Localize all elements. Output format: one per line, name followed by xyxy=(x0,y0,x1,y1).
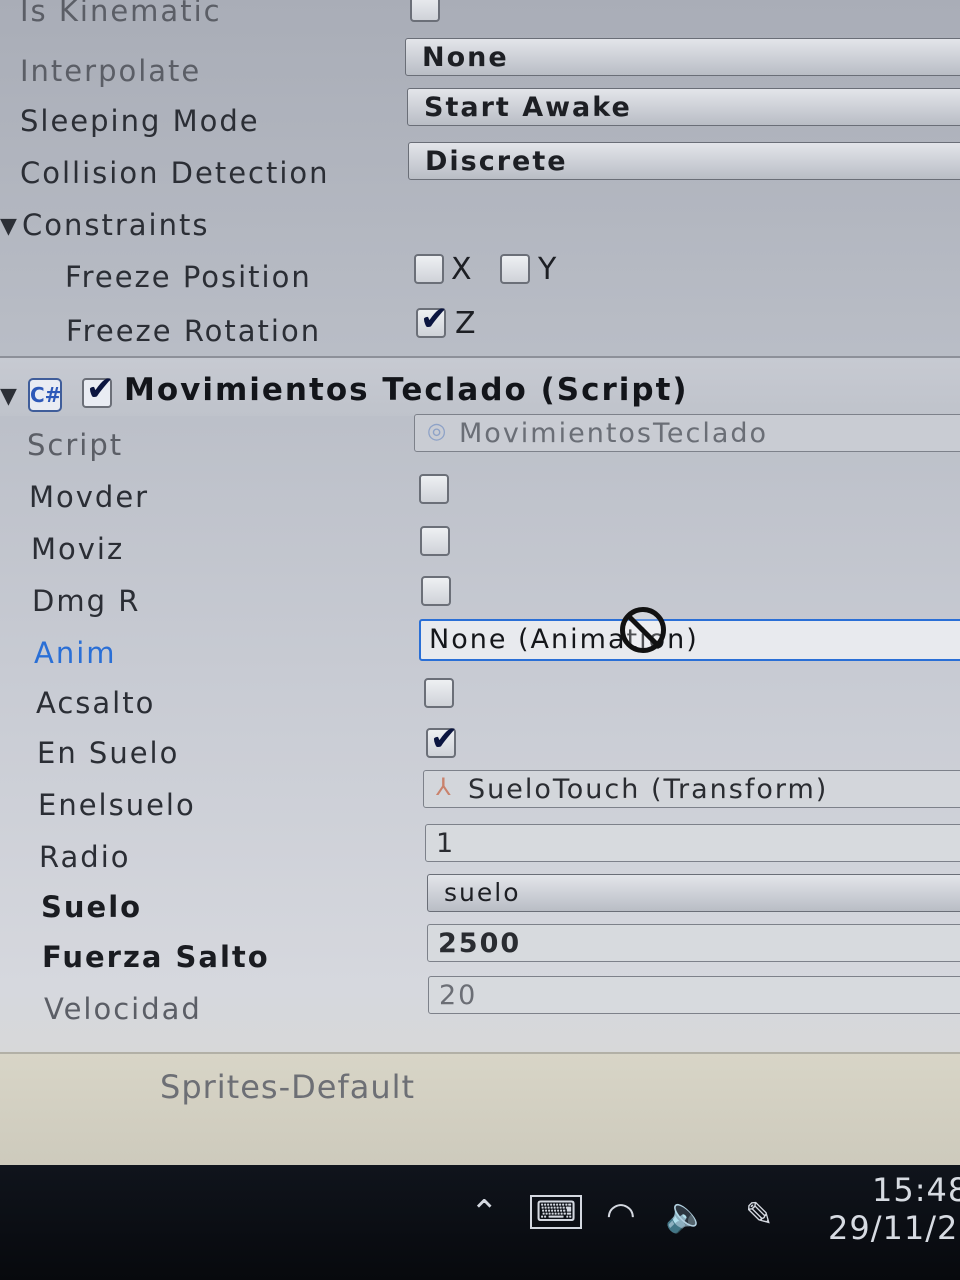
suelo-label: Suelo xyxy=(41,890,143,924)
is-kinematic-row: Is Kinematic xyxy=(0,0,960,42)
csharp-script-icon: C# xyxy=(28,378,62,412)
script-object-field: ◎ MovimientosTeclado xyxy=(414,414,960,452)
checkmark-icon: ✔ xyxy=(420,299,449,339)
en-suelo-label: En Suelo xyxy=(37,736,180,770)
chevron-up-icon[interactable]: ⌃ xyxy=(470,1193,499,1233)
enelsuelo-label: Enelsuelo xyxy=(38,788,196,822)
enelsuelo-value: SueloTouch (Transform) xyxy=(468,774,829,805)
enelsuelo-object-field[interactable]: ⅄ SueloTouch (Transform) xyxy=(423,770,960,808)
acsalto-row: Acsalto xyxy=(0,678,960,728)
constraints-foldout-arrow-icon[interactable]: ▼ xyxy=(0,214,17,239)
freeze-rotation-label: Freeze Rotation xyxy=(66,314,322,348)
checkmark-icon: ✔ xyxy=(86,369,115,409)
fuerza-salto-row: Fuerza Salto 2500 xyxy=(0,924,960,982)
component-foldout-arrow-icon[interactable]: ▼ xyxy=(0,384,17,409)
freeze-position-row: Freeze Position X Y xyxy=(0,252,960,302)
anim-label: Anim xyxy=(34,636,117,670)
transform-icon: ⅄ xyxy=(436,773,453,801)
freeze-position-y-checkbox[interactable] xyxy=(500,254,530,284)
script-row: Script ◎ MovimientosTeclado xyxy=(0,414,960,470)
clock-time[interactable]: 15:48 xyxy=(872,1171,960,1209)
script-label: Script xyxy=(27,428,124,462)
freeze-rotation-row: Freeze Rotation ✔ Z xyxy=(0,302,960,356)
freeze-position-x-label: X xyxy=(451,252,473,287)
dmg-r-checkbox[interactable] xyxy=(421,576,451,606)
suelo-layermask-dropdown[interactable]: suelo xyxy=(427,874,960,912)
sleeping-mode-row: Sleeping Mode Start Awake xyxy=(0,88,960,146)
constraints-row: ▼ Constraints xyxy=(0,200,960,250)
constraints-label[interactable]: Constraints xyxy=(22,208,209,242)
movder-checkbox[interactable] xyxy=(419,474,449,504)
collision-detection-dropdown[interactable]: Discrete xyxy=(408,142,960,180)
inspector-panel: Is Kinematic Interpolate None Sleeping M… xyxy=(0,0,960,1165)
is-kinematic-checkbox[interactable] xyxy=(410,0,440,22)
not-allowed-cursor-icon xyxy=(620,607,666,653)
enelsuelo-row: Enelsuelo ⅄ SueloTouch (Transform) xyxy=(0,770,960,830)
dmg-r-label: Dmg R xyxy=(32,584,141,618)
freeze-position-y-label: Y xyxy=(538,252,558,287)
interpolate-dropdown[interactable]: None xyxy=(405,38,960,76)
component-header: ▼ C# ✔ Movimientos Teclado (Script) xyxy=(0,356,960,416)
anim-object-field[interactable]: None (Animation) xyxy=(419,619,960,661)
movder-row: Movder xyxy=(0,472,960,522)
freeze-position-label: Freeze Position xyxy=(65,260,312,294)
velocidad-label: Velocidad xyxy=(44,992,202,1026)
component-enabled-checkbox[interactable]: ✔ xyxy=(82,372,115,408)
sleeping-mode-dropdown[interactable]: Start Awake xyxy=(407,88,960,126)
keyboard-icon[interactable]: ⌨ xyxy=(530,1195,583,1229)
clock-date[interactable]: 29/11/20 xyxy=(828,1209,960,1247)
velocidad-input[interactable]: 20 xyxy=(428,976,960,1014)
moviz-checkbox[interactable] xyxy=(420,526,450,556)
is-kinematic-label: Is Kinematic xyxy=(20,0,222,28)
radio-label: Radio xyxy=(39,840,131,874)
material-bar: Sprites-Default xyxy=(0,1052,960,1165)
wifi-icon[interactable]: ◠ xyxy=(606,1195,636,1235)
freeze-rotation-z-label: Z xyxy=(455,306,477,341)
movder-label: Movder xyxy=(29,480,150,514)
script-value: MovimientosTeclado xyxy=(459,418,769,449)
interpolate-label: Interpolate xyxy=(20,54,202,88)
moviz-row: Moviz xyxy=(0,524,960,574)
velocidad-row: Velocidad 20 xyxy=(0,976,960,1034)
en-suelo-checkbox[interactable]: ✔ xyxy=(426,722,459,758)
fuerza-salto-label: Fuerza Salto xyxy=(42,940,270,974)
material-name[interactable]: Sprites-Default xyxy=(160,1068,415,1106)
volume-icon[interactable]: 🔈 xyxy=(665,1195,707,1235)
component-title: Movimientos Teclado (Script) xyxy=(124,372,689,408)
pen-icon[interactable]: ✎ xyxy=(745,1195,774,1235)
acsalto-label: Acsalto xyxy=(36,686,156,720)
checkmark-icon: ✔ xyxy=(430,719,459,759)
collision-detection-row: Collision Detection Discrete xyxy=(0,142,960,198)
anim-row: Anim None (Animation) xyxy=(0,619,960,678)
moviz-label: Moviz xyxy=(31,532,125,566)
freeze-rotation-z-checkbox[interactable]: ✔ xyxy=(416,302,449,338)
freeze-position-x-checkbox[interactable] xyxy=(414,254,444,284)
acsalto-checkbox[interactable] xyxy=(424,678,454,708)
script-file-icon: ◎ xyxy=(427,419,449,444)
radio-input[interactable]: 1 xyxy=(425,824,960,862)
fuerza-salto-input[interactable]: 2500 xyxy=(427,924,960,962)
collision-detection-label: Collision Detection xyxy=(20,156,330,190)
taskbar: ⌃ ⌨ ◠ 🔈 ✎ 15:48 29/11/20 xyxy=(0,1165,960,1280)
sleeping-mode-label: Sleeping Mode xyxy=(20,104,260,138)
